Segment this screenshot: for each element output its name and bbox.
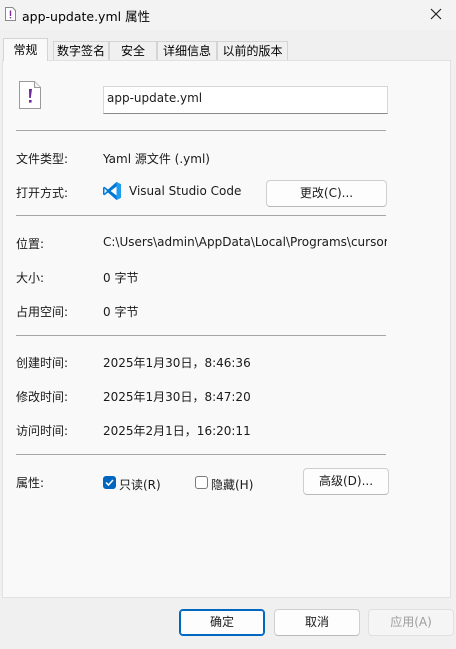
accessed-label: 访问时间: bbox=[16, 424, 69, 438]
close-button[interactable] bbox=[416, 0, 456, 30]
disk-size-label: 占用空间: bbox=[16, 305, 69, 319]
tab-security[interactable]: 安全 bbox=[109, 41, 157, 60]
checkmark-icon bbox=[105, 479, 114, 487]
divider bbox=[16, 130, 386, 131]
close-icon bbox=[430, 8, 442, 20]
tab-details[interactable]: 详细信息 bbox=[157, 41, 217, 60]
title-bar: app-update.yml 属性 bbox=[0, 0, 456, 30]
tab-previous-versions[interactable]: 以前的版本 bbox=[217, 41, 288, 60]
general-panel bbox=[2, 60, 451, 598]
created-value: 2025年1月30日，8:46:36 bbox=[103, 356, 251, 370]
divider bbox=[16, 335, 386, 336]
location-label: 位置: bbox=[16, 237, 45, 251]
created-label: 创建时间: bbox=[16, 356, 69, 370]
attributes-label: 属性: bbox=[16, 476, 45, 490]
location-value: C:\Users\admin\AppData\Local\Programs\cu… bbox=[103, 235, 387, 249]
filename-input[interactable]: app-update.yml bbox=[103, 86, 388, 114]
divider bbox=[16, 454, 386, 455]
open-with-label: 打开方式: bbox=[16, 186, 69, 200]
size-value: 0 字节 bbox=[103, 271, 139, 285]
modified-label: 修改时间: bbox=[16, 390, 69, 404]
open-with-app: Visual Studio Code bbox=[129, 184, 242, 198]
size-label: 大小: bbox=[16, 271, 45, 285]
disk-size-value: 0 字节 bbox=[103, 305, 139, 319]
hidden-label[interactable]: 隐藏(H) bbox=[211, 476, 253, 493]
vscode-icon bbox=[103, 182, 121, 200]
yaml-file-icon bbox=[19, 81, 41, 109]
modified-value: 2025年1月30日，8:47:20 bbox=[103, 390, 251, 404]
cancel-button[interactable]: 取消 bbox=[274, 609, 360, 636]
file-warning-icon bbox=[5, 7, 16, 21]
divider bbox=[16, 215, 386, 216]
tab-digital-signatures[interactable]: 数字签名 bbox=[53, 41, 109, 60]
accessed-value: 2025年2月1日，16:20:11 bbox=[103, 424, 251, 438]
change-button[interactable]: 更改(C)... bbox=[266, 180, 387, 207]
readonly-label[interactable]: 只读(R) bbox=[119, 476, 161, 493]
apply-button[interactable]: 应用(A) bbox=[368, 609, 454, 636]
advanced-button[interactable]: 高级(D)... bbox=[303, 468, 389, 495]
tab-general[interactable]: 常规 bbox=[3, 38, 48, 61]
ok-button[interactable]: 确定 bbox=[179, 609, 265, 636]
hidden-checkbox[interactable] bbox=[195, 476, 208, 489]
window-title: app-update.yml 属性 bbox=[22, 9, 151, 24]
readonly-checkbox[interactable] bbox=[103, 476, 116, 489]
file-type-value: Yaml 源文件 (.yml) bbox=[103, 152, 210, 166]
file-type-label: 文件类型: bbox=[16, 152, 69, 166]
